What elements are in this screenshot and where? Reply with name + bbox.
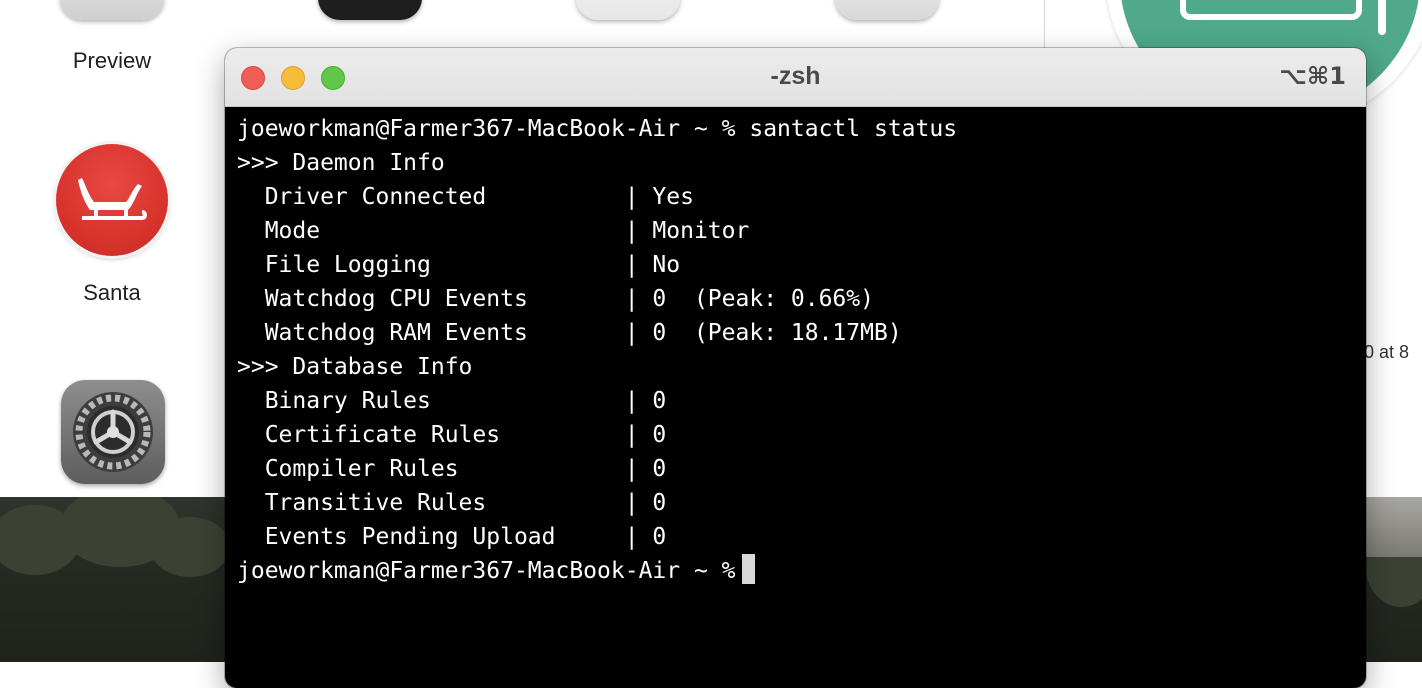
window-shortcut: ⌥⌘1 — [1279, 62, 1346, 90]
tree-shape — [150, 517, 230, 577]
terminal-line: Watchdog CPU Events | 0 (Peak: 0.66%) — [237, 286, 874, 312]
terminal-prompt-line[interactable]: joeworkman@Farmer367-MacBook-Air ~ % — [237, 554, 1357, 588]
terminal-line: Watchdog RAM Events | 0 (Peak: 18.17MB) — [237, 320, 902, 346]
terminal-line: Transitive Rules | 0 — [237, 490, 667, 516]
app-icon-light[interactable] — [576, 0, 680, 20]
terminal-line: File Logging | No — [237, 252, 681, 278]
terminal-line: Mode | Monitor — [237, 218, 750, 244]
background-window-text: 0 at 8 — [1364, 342, 1410, 362]
app-icon-dark[interactable] — [318, 0, 422, 20]
santa-sleigh-icon[interactable] — [56, 144, 168, 256]
window-title: -zsh — [770, 62, 821, 90]
terminal-line: Certificate Rules | 0 — [237, 422, 667, 448]
text-cursor — [741, 554, 755, 584]
preview-label: Preview — [72, 48, 152, 73]
terminal-prompt: joeworkman@Farmer367-MacBook-Air ~ % — [237, 558, 736, 584]
terminal-line: >>> Daemon Info — [237, 150, 445, 176]
green-badge-bar — [1180, 0, 1362, 20]
santa-label: Santa — [83, 280, 141, 305]
safari-icon[interactable] — [835, 0, 939, 20]
terminal-line: Compiler Rules | 0 — [237, 456, 667, 482]
preview-app-icon[interactable] — [60, 0, 164, 20]
terminal-line: Binary Rules | 0 — [237, 388, 667, 414]
green-badge-post — [1378, 0, 1386, 35]
terminal-output[interactable]: joeworkman@Farmer367-MacBook-Air ~ % san… — [237, 112, 1357, 588]
terminal-line: Events Pending Upload | 0 — [237, 524, 667, 550]
terminal-line: Driver Connected | Yes — [237, 184, 694, 210]
terminal-line: >>> Database Info — [237, 354, 473, 380]
terminal-titlebar[interactable]: -zsh ⌥⌘1 — [225, 48, 1366, 107]
terminal-window[interactable]: -zsh ⌥⌘1 joeworkman@Farmer367-MacBook-Ai… — [225, 48, 1366, 688]
window-divider — [1044, 0, 1045, 52]
system-preferences-gear-icon[interactable] — [61, 380, 165, 484]
terminal-line: joeworkman@Farmer367-MacBook-Air ~ % san… — [237, 116, 958, 142]
